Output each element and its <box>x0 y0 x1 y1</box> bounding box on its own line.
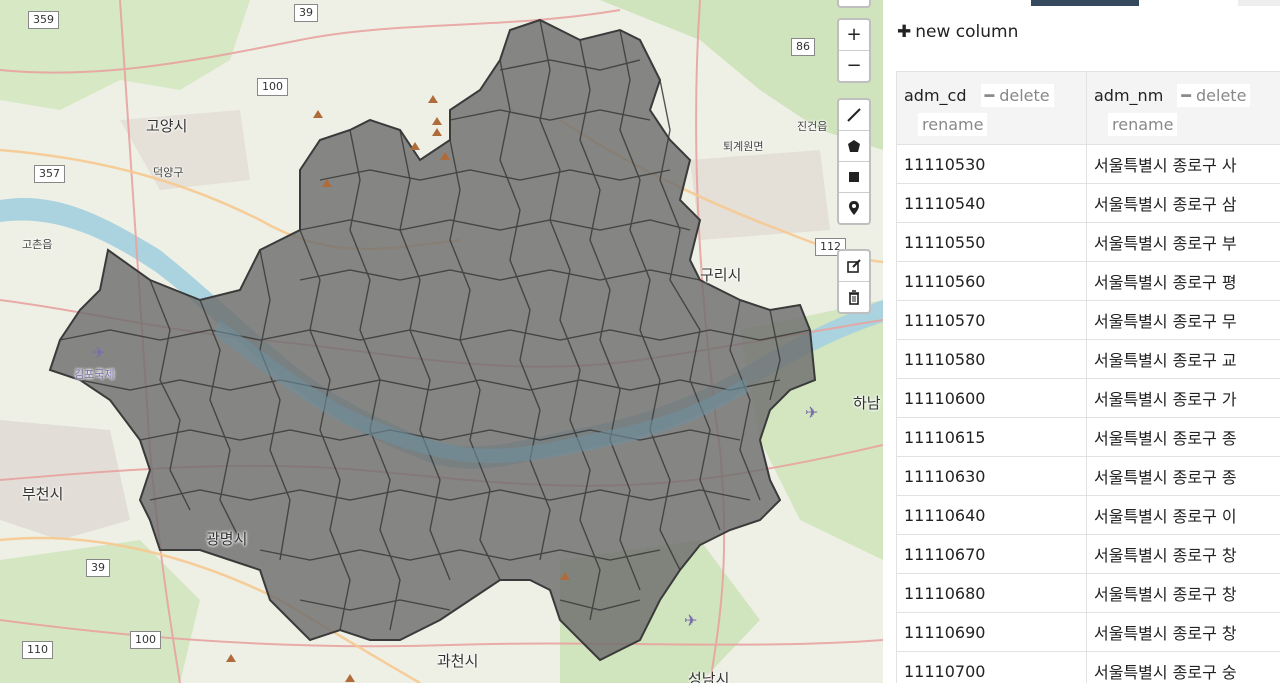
table-row[interactable]: 11110630 서울특별시 종로구 종 <box>896 456 1280 496</box>
table-row[interactable]: 11110560 서울특별시 종로구 평 <box>896 261 1280 301</box>
zoom-out-button[interactable]: − <box>839 51 869 81</box>
trash-icon[interactable] <box>839 282 869 312</box>
table-row[interactable]: 11110570 서울특별시 종로구 무 <box>896 300 1280 340</box>
cell-adm-cd[interactable]: 11110530 <box>896 144 1087 184</box>
table-row[interactable]: 11110690 서울특별시 종로구 창 <box>896 612 1280 652</box>
tab-active[interactable] <box>1031 0 1139 6</box>
place-label: 고양시 <box>146 117 188 135</box>
table-row[interactable]: 11110580 서울특별시 종로구 교 <box>896 339 1280 379</box>
new-column-label: new column <box>915 22 1019 42</box>
road-shield: 39 <box>86 559 110 577</box>
cell-adm-cd[interactable]: 11110580 <box>896 339 1087 379</box>
road-shield: 100 <box>130 631 161 649</box>
table-row[interactable]: 11110670 서울특별시 종로구 창 <box>896 534 1280 574</box>
column-name: adm_cd <box>904 86 967 105</box>
road-shield: 359 <box>28 11 59 29</box>
table-row[interactable]: 11110615 서울특별시 종로구 종 <box>896 417 1280 457</box>
cell-adm-nm[interactable]: 서울특별시 종로구 부 <box>1086 222 1280 262</box>
marker-icon[interactable] <box>839 193 869 223</box>
road-shield: 357 <box>34 165 65 183</box>
cell-adm-nm[interactable]: 서울특별시 종로구 삼 <box>1086 183 1280 223</box>
place-label: 덕양구 <box>153 166 184 179</box>
rename-column-button[interactable]: rename <box>1108 113 1178 136</box>
edit-icon[interactable] <box>839 251 869 282</box>
cell-adm-nm[interactable]: 서울특별시 종로구 창 <box>1086 534 1280 574</box>
cell-adm-nm[interactable]: 서울특별시 종로구 종 <box>1086 456 1280 496</box>
svg-text:✈: ✈ <box>684 611 697 630</box>
plus-icon: ✚ <box>897 22 912 42</box>
tab-inactive[interactable] <box>1238 0 1280 6</box>
road-shield: 86 <box>791 38 815 56</box>
zoom-in-button[interactable]: + <box>839 20 869 51</box>
delete-column-button[interactable]: ━ delete <box>1177 84 1251 107</box>
cell-adm-cd[interactable]: 11110670 <box>896 534 1087 574</box>
place-label: 김포국제 <box>74 368 115 381</box>
cell-adm-cd[interactable]: 11110570 <box>896 300 1087 340</box>
polyline-icon[interactable] <box>839 100 869 131</box>
cell-adm-cd[interactable]: 11110540 <box>896 183 1087 223</box>
svg-text:✈: ✈ <box>805 403 818 422</box>
place-label: 과천시 <box>437 652 479 670</box>
column-name: adm_nm <box>1094 86 1164 105</box>
cell-adm-cd[interactable]: 11110640 <box>896 495 1087 535</box>
cell-adm-cd[interactable]: 11110600 <box>896 378 1087 418</box>
place-label: 고촌읍 <box>22 238 53 251</box>
attribute-table: adm_cd ━ delete rename adm_nm ━ delete ren… <box>896 71 1280 683</box>
place-label: 진건읍 <box>797 120 828 133</box>
cell-adm-nm[interactable]: 서울특별시 종로구 창 <box>1086 612 1280 652</box>
road-shield: 100 <box>257 78 288 96</box>
cell-adm-nm[interactable]: 서울특별시 종로구 이 <box>1086 495 1280 535</box>
cell-adm-cd[interactable]: 11110560 <box>896 261 1087 301</box>
cell-adm-nm[interactable]: 서울특별시 종로구 교 <box>1086 339 1280 379</box>
road-shield: 110 <box>22 641 53 659</box>
map-view[interactable]: ✈ ✈ ✈ 고양시 덕양구 구리시 부천시 광명시 과천시 성남시 하남 고촌읍… <box>0 0 883 683</box>
cell-adm-cd[interactable]: 11110700 <box>896 651 1087 683</box>
place-label: 구리시 <box>700 266 742 284</box>
column-header-adm-cd: adm_cd ━ delete rename <box>896 71 1087 145</box>
cell-adm-cd[interactable]: 11110630 <box>896 456 1087 496</box>
basemap: ✈ ✈ ✈ <box>0 0 883 683</box>
cell-adm-nm[interactable]: 서울특별시 종로구 가 <box>1086 378 1280 418</box>
table-row[interactable]: 11110600 서울특별시 종로구 가 <box>896 378 1280 418</box>
place-label: 하남 <box>853 394 881 412</box>
table-row[interactable]: 11110550 서울특별시 종로구 부 <box>896 222 1280 262</box>
layers-control[interactable] <box>837 0 871 8</box>
place-label: 광명시 <box>206 530 248 548</box>
delete-column-button[interactable]: ━ delete <box>980 84 1054 107</box>
column-header-adm-nm: adm_nm ━ delete rename <box>1086 71 1280 145</box>
cell-adm-nm[interactable]: 서울특별시 종로구 사 <box>1086 144 1280 184</box>
table-row[interactable]: 11110540 서울특별시 종로구 삼 <box>896 183 1280 223</box>
cell-adm-nm[interactable]: 서울특별시 종로구 창 <box>1086 573 1280 613</box>
new-column-button[interactable]: ✚ new column <box>897 22 1018 42</box>
rename-column-button[interactable]: rename <box>918 113 988 136</box>
place-label: 성남시 <box>688 670 730 683</box>
svg-text:✈: ✈ <box>92 343 105 362</box>
attribute-panel: ✚ new column adm_cd ━ delete rename adm_nm… <box>883 0 1280 683</box>
road-shield: 39 <box>294 4 318 22</box>
cell-adm-cd[interactable]: 11110615 <box>896 417 1087 457</box>
cell-adm-cd[interactable]: 11110680 <box>896 573 1087 613</box>
table-row[interactable]: 11110700 서울특별시 종로구 숭 <box>896 651 1280 683</box>
zoom-control: + − <box>837 18 871 83</box>
cell-adm-nm[interactable]: 서울특별시 종로구 종 <box>1086 417 1280 457</box>
place-label: 부천시 <box>22 485 64 503</box>
rectangle-icon[interactable] <box>839 162 869 193</box>
cell-adm-cd[interactable]: 11110690 <box>896 612 1087 652</box>
cell-adm-nm[interactable]: 서울특별시 종로구 무 <box>1086 300 1280 340</box>
cell-adm-nm[interactable]: 서울특별시 종로구 숭 <box>1086 651 1280 683</box>
table-row[interactable]: 11110530 서울특별시 종로구 사 <box>896 144 1280 184</box>
table-row[interactable]: 11110640 서울특별시 종로구 이 <box>896 495 1280 535</box>
polygon-icon[interactable] <box>839 131 869 162</box>
table-row[interactable]: 11110680 서울특별시 종로구 창 <box>896 573 1280 613</box>
cell-adm-nm[interactable]: 서울특별시 종로구 평 <box>1086 261 1280 301</box>
edit-toolbar <box>837 249 871 314</box>
place-label: 퇴계원면 <box>723 140 764 153</box>
draw-toolbar <box>837 98 871 225</box>
cell-adm-cd[interactable]: 11110550 <box>896 222 1087 262</box>
